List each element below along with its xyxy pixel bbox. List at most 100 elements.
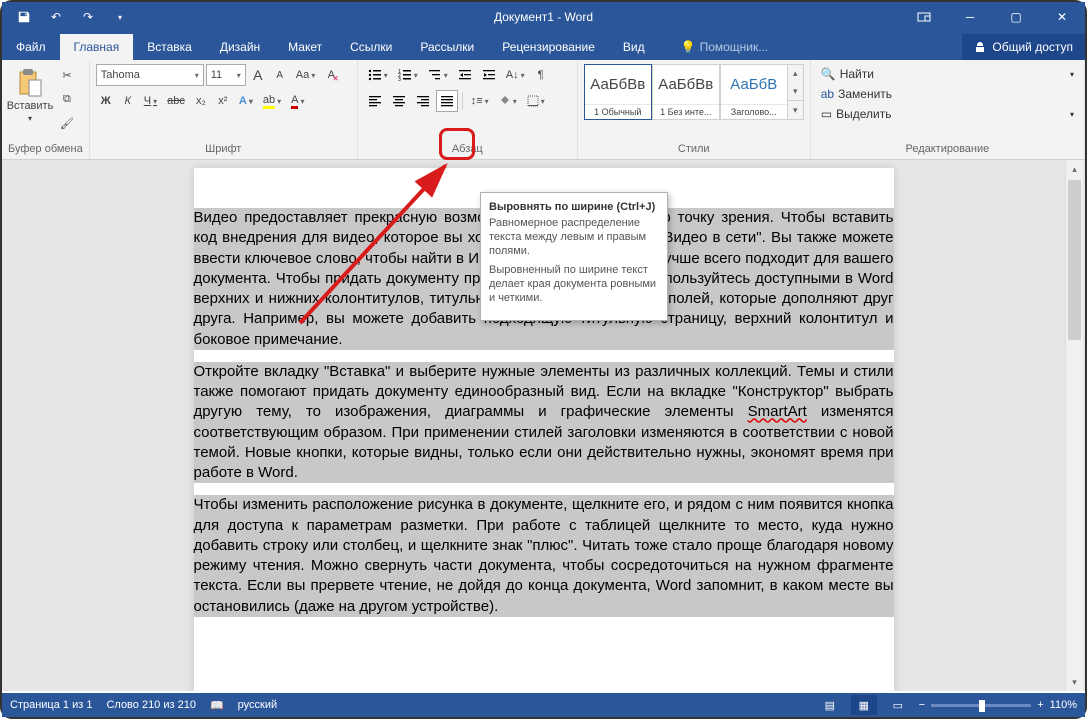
style-preview: АаБбВв (653, 65, 719, 104)
style-name: Заголово... (721, 104, 787, 119)
style-heading1[interactable]: АаБбВ Заголово... (720, 64, 788, 120)
format-painter-button[interactable]: 🖌 (56, 112, 78, 134)
tell-me[interactable]: 💡 Помощник... (671, 34, 779, 60)
group-title-paragraph: Абзац (364, 143, 571, 157)
styles-gallery-more[interactable]: ▴▾▾ (788, 64, 804, 120)
svg-text:3: 3 (398, 77, 401, 81)
bold-button[interactable]: Ж (96, 90, 116, 112)
share-button[interactable]: Общий доступ (962, 34, 1085, 60)
quick-access-toolbar: ↶ ↷ ▾ (2, 3, 134, 31)
font-size-combo[interactable]: 11▾ (206, 64, 246, 86)
sort-button[interactable]: A↓ (502, 64, 529, 86)
superscript-button[interactable]: x² (213, 90, 233, 112)
zoom-value[interactable]: 110% (1050, 699, 1077, 711)
tell-me-label: Помощник... (700, 40, 769, 54)
zoom-out-button[interactable]: − (919, 699, 925, 711)
read-mode-button[interactable]: ▤ (817, 695, 843, 715)
borders-button[interactable] (523, 90, 549, 112)
scroll-down-arrow[interactable]: ▾ (1066, 673, 1083, 691)
multilevel-list-button[interactable] (424, 64, 452, 86)
word-count[interactable]: Слово 210 из 210 (106, 699, 196, 711)
tab-insert[interactable]: Вставка (133, 34, 206, 60)
tab-layout[interactable]: Макет (274, 34, 336, 60)
scroll-thumb[interactable] (1068, 180, 1081, 340)
style-preview: АаБбВ (721, 65, 787, 104)
tab-design[interactable]: Дизайн (206, 34, 274, 60)
copy-button[interactable]: ⧉ (56, 88, 78, 110)
subscript-button[interactable]: x₂ (191, 90, 211, 112)
style-name: 1 Без инте... (653, 104, 719, 119)
justify-button[interactable] (436, 90, 458, 112)
qat-customize[interactable]: ▾ (106, 3, 134, 31)
minimize-button[interactable]: ─ (947, 2, 993, 32)
vertical-scrollbar[interactable]: ▴ ▾ (1065, 160, 1083, 691)
style-no-spacing[interactable]: АаБбВв 1 Без инте... (652, 64, 720, 120)
font-size-value: 11 (211, 69, 222, 81)
bullets-button[interactable] (364, 64, 392, 86)
underline-button[interactable]: Ч (140, 90, 161, 112)
paste-label: Вставить (7, 100, 54, 112)
font-color-button[interactable]: A (287, 90, 308, 112)
text-effects-button[interactable]: A (235, 90, 257, 112)
group-title-font: Шрифт (96, 143, 351, 157)
print-layout-button[interactable]: ▦ (851, 695, 877, 715)
title-bar: ↶ ↷ ▾ Документ1 - Word ─ ▢ ✕ (2, 2, 1085, 32)
tab-review[interactable]: Рецензирование (488, 34, 609, 60)
tooltip-text-1: Равномерное распределение текста между л… (489, 217, 659, 258)
decrease-indent-button[interactable] (454, 64, 476, 86)
ribbon-options-button[interactable] (901, 2, 947, 32)
maximize-button[interactable]: ▢ (993, 2, 1039, 32)
save-button[interactable] (10, 3, 38, 31)
paste-button[interactable]: Вставить ▾ (8, 64, 52, 126)
group-title-clipboard: Буфер обмена (8, 143, 83, 157)
tab-home[interactable]: Главная (60, 34, 134, 60)
close-button[interactable]: ✕ (1039, 2, 1085, 32)
language-indicator[interactable]: русский (238, 699, 277, 711)
tooltip-title: Выровнять по ширине (Ctrl+J) (489, 201, 659, 213)
web-layout-button[interactable]: ▭ (885, 695, 911, 715)
decrease-font-button[interactable]: A (270, 64, 290, 86)
select-button[interactable]: ▭ Выделить ▾ (817, 104, 1078, 124)
clear-formatting-button[interactable]: A⨯ (321, 64, 341, 86)
strike-button[interactable]: abc (163, 90, 189, 112)
replace-button[interactable]: ab Заменить (817, 84, 1078, 104)
increase-font-button[interactable]: A (248, 64, 268, 86)
paragraph-3[interactable]: Чтобы изменить расположение рисунка в до… (194, 495, 894, 617)
share-label: Общий доступ (992, 40, 1073, 54)
highlight-color-button[interactable]: ab (259, 90, 285, 112)
group-title-editing: Редактирование (817, 143, 1078, 157)
tab-references[interactable]: Ссылки (336, 34, 406, 60)
replace-label: Заменить (838, 87, 892, 101)
zoom-slider-thumb[interactable] (979, 700, 985, 712)
italic-button[interactable]: К (118, 90, 138, 112)
redo-button[interactable]: ↷ (74, 3, 102, 31)
align-center-button[interactable] (388, 90, 410, 112)
align-left-button[interactable] (364, 90, 386, 112)
justify-tooltip: Выровнять по ширине (Ctrl+J) Равномерное… (480, 192, 668, 321)
spellcheck-icon[interactable]: 📖 (210, 699, 224, 712)
find-button[interactable]: 🔍 Найти ▾ (817, 64, 1078, 84)
shading-button[interactable] (495, 90, 521, 112)
status-bar: Страница 1 из 1 Слово 210 из 210 📖 русск… (2, 693, 1085, 717)
group-font: Tahoma▾ 11▾ A A Aa A⨯ Ж К Ч abc x₂ x² A … (90, 60, 358, 159)
style-normal[interactable]: АаБбВв 1 Обычный (584, 64, 652, 120)
scroll-up-arrow[interactable]: ▴ (1066, 160, 1083, 178)
change-case-button[interactable]: Aa (292, 64, 319, 86)
cut-button[interactable]: ✂ (56, 64, 78, 86)
paragraph-2[interactable]: Откройте вкладку "Вставка" и выберите ну… (194, 362, 894, 484)
numbering-button[interactable]: 123 (394, 64, 422, 86)
show-marks-button[interactable]: ¶ (531, 64, 551, 86)
zoom-slider[interactable] (931, 704, 1031, 707)
undo-button[interactable]: ↶ (42, 3, 70, 31)
line-spacing-button[interactable]: ↕≡ (467, 90, 493, 112)
tooltip-text-2: Выровненный по ширине текст делает края … (489, 264, 659, 305)
font-name-combo[interactable]: Tahoma▾ (96, 64, 204, 86)
increase-indent-button[interactable] (478, 64, 500, 86)
page-indicator[interactable]: Страница 1 из 1 (10, 699, 92, 711)
tab-mailings[interactable]: Рассылки (406, 34, 488, 60)
align-right-button[interactable] (412, 90, 434, 112)
zoom-in-button[interactable]: + (1037, 699, 1043, 711)
tab-file[interactable]: Файл (2, 34, 60, 60)
tab-view[interactable]: Вид (609, 34, 659, 60)
smartart-word: SmartArt (748, 403, 807, 420)
